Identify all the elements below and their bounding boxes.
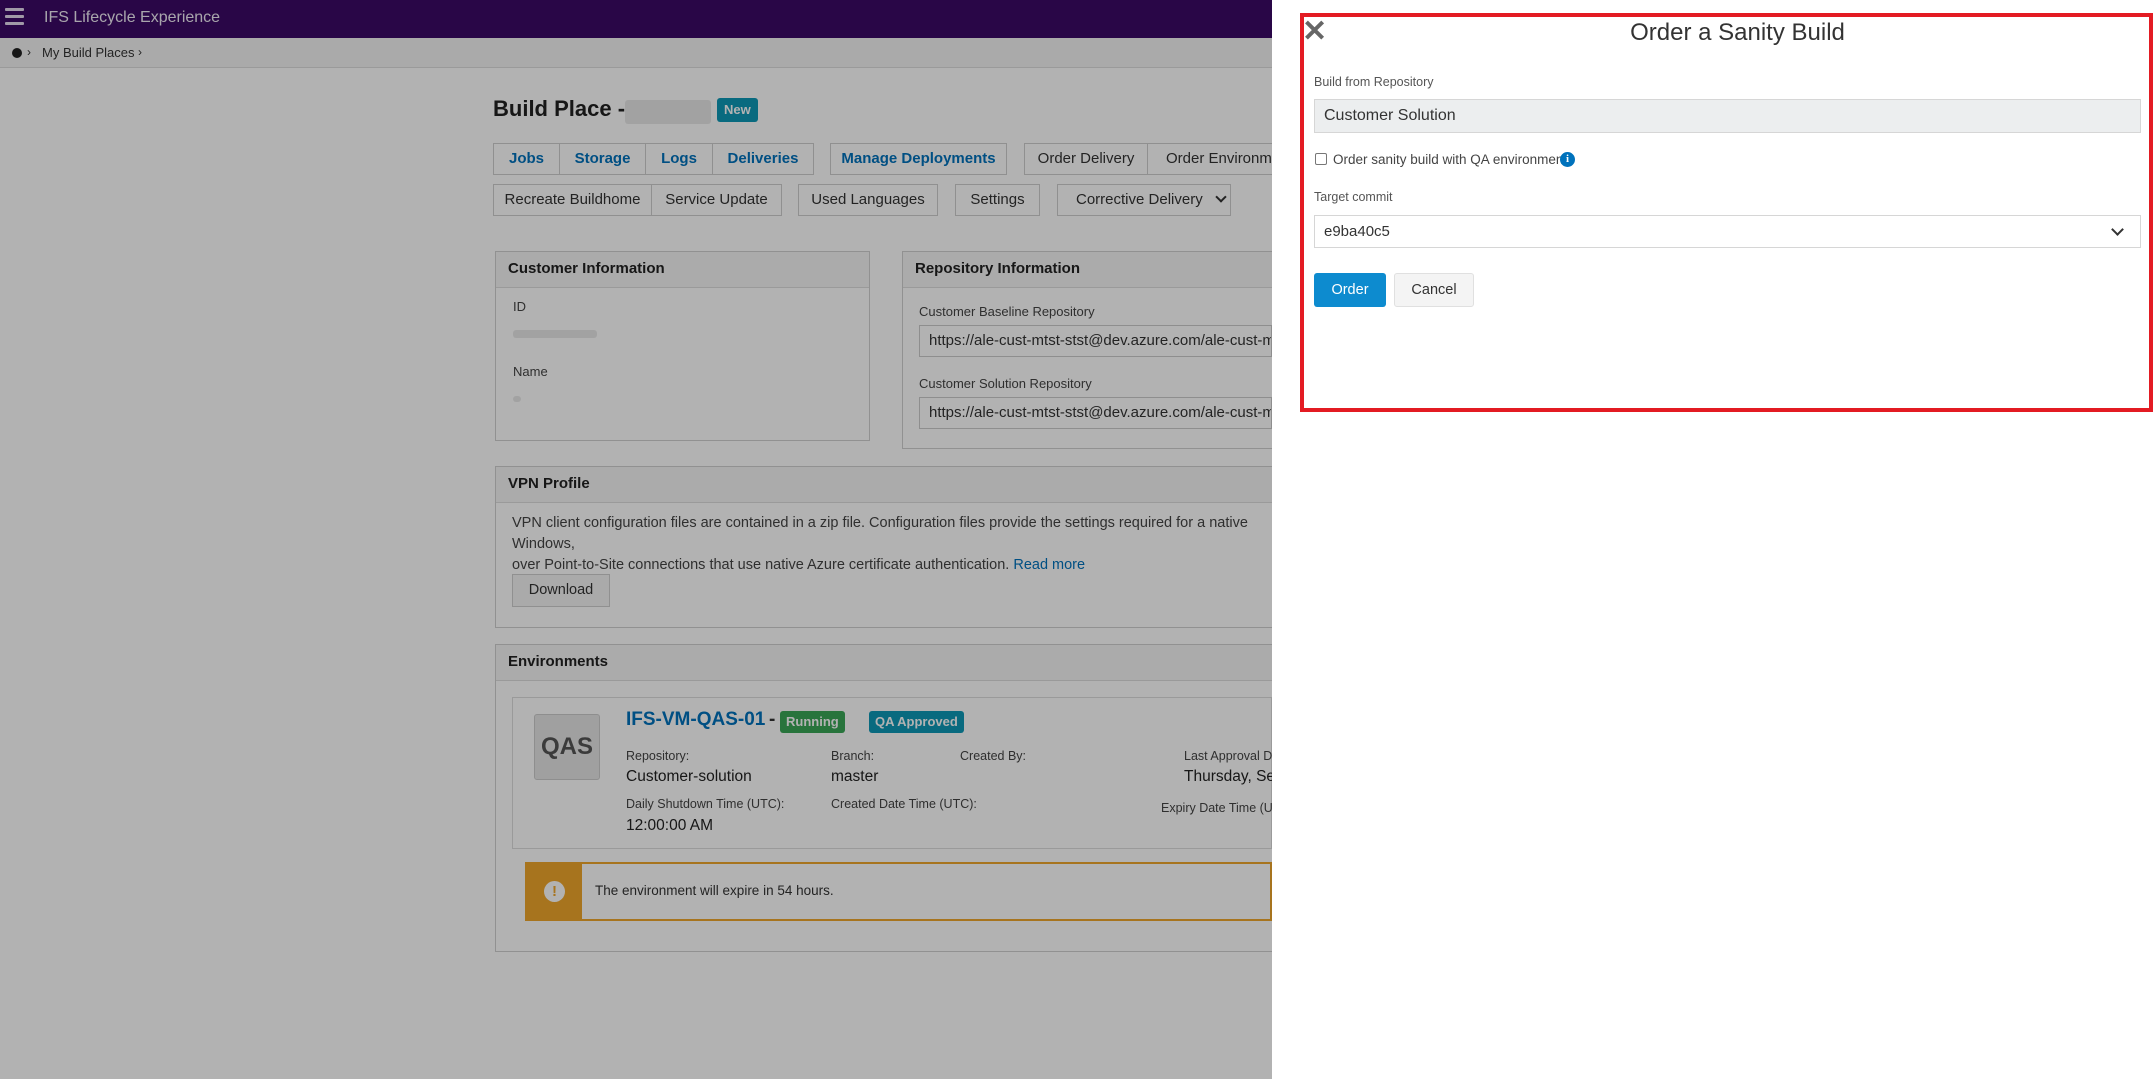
info-icon[interactable]: i <box>1560 152 1575 167</box>
order-sanity-build-dialog <box>1300 13 2153 412</box>
background-app: IFS Lifecycle Experience › My Build Plac… <box>0 0 1272 1079</box>
build-from-repository-field: Customer Solution <box>1314 99 2141 133</box>
modal-backdrop[interactable] <box>0 0 1272 1079</box>
chevron-down-icon <box>2111 223 2124 236</box>
target-commit-label: Target commit <box>1314 190 1393 204</box>
cancel-button[interactable]: Cancel <box>1394 273 1474 307</box>
target-commit-select[interactable]: e9ba40c5 <box>1314 215 2141 248</box>
build-from-repository-label: Build from Repository <box>1314 75 1434 89</box>
target-commit-value: e9ba40c5 <box>1324 223 1390 240</box>
dialog-title: Order a Sanity Build <box>1630 19 1845 46</box>
qa-environment-checkbox[interactable] <box>1315 153 1327 165</box>
qa-environment-checkbox-label[interactable]: Order sanity build with QA environment <box>1333 152 1567 167</box>
order-button[interactable]: Order <box>1314 273 1386 307</box>
